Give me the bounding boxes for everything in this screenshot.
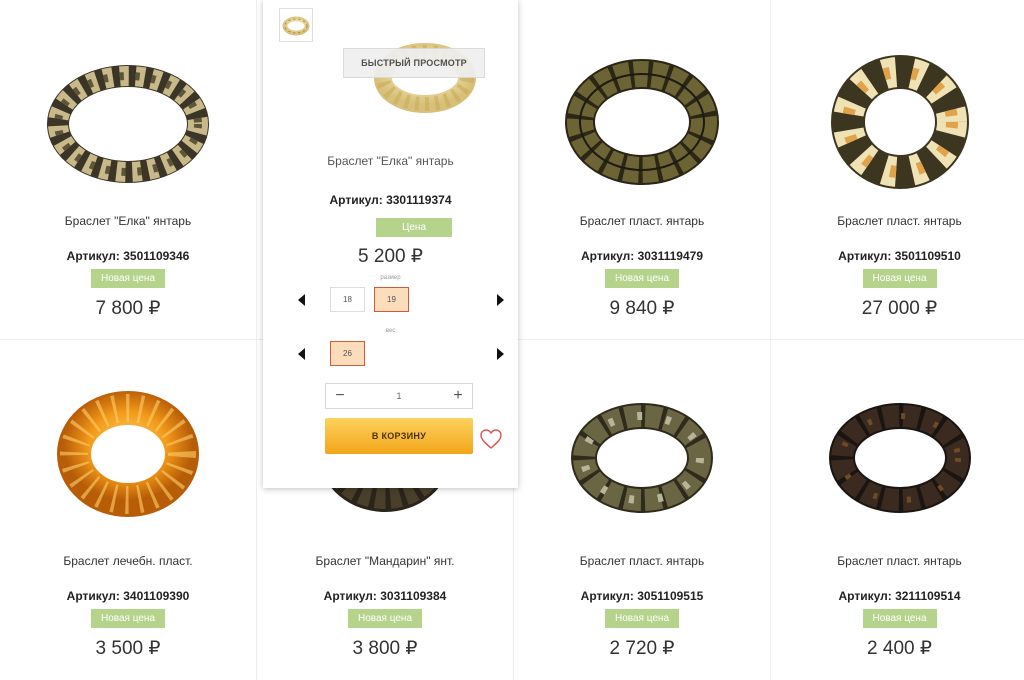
sku-label: Артикул: (581, 249, 635, 263)
product-sku: Артикул: 3401109390 (0, 589, 256, 603)
product-sku: Артикул: 3211109514 (771, 589, 1024, 603)
product-name[interactable]: Браслет лечебн. пласт. (0, 554, 256, 568)
price-badge: Новая цена (862, 609, 937, 628)
quick-view-button[interactable]: БЫСТРЫЙ ПРОСМОТР (343, 48, 485, 78)
product-card[interactable]: Браслет пласт. янтарь Артикул: 303111947… (514, 0, 771, 340)
quantity-input[interactable]: 1 (354, 384, 444, 408)
sku-label: Артикул: (66, 249, 120, 263)
size-label: размер (380, 275, 401, 281)
price-badge: Новая цена (91, 609, 165, 628)
product-name[interactable]: Браслет пласт. янтарь (771, 214, 1024, 228)
bracelet-image[interactable] (815, 40, 985, 190)
size-option-selected[interactable]: 19 (374, 287, 409, 312)
product-sku: Артикул: 3031109384 (257, 589, 513, 603)
sku-label: Артикул: (323, 589, 377, 603)
sku-label: Артикул: (66, 589, 120, 603)
bracelet-image[interactable] (43, 40, 213, 190)
size-option[interactable]: 18 (330, 287, 365, 312)
bracelet-image[interactable] (815, 376, 985, 526)
weight-option-selected[interactable]: 26 (330, 341, 365, 366)
product-name[interactable]: Браслет "Елка" янтарь (0, 214, 256, 228)
sku-label: Артикул: (580, 589, 634, 603)
product-sku: Артикул: 3051109515 (514, 589, 770, 603)
sku-value: 3211109514 (895, 589, 961, 603)
product-name[interactable]: Браслет пласт. янтарь (514, 554, 770, 568)
product-price: 27 000 ₽ (861, 298, 938, 319)
product-sku: Артикул: 3501109510 (771, 249, 1024, 263)
quantity-minus-button[interactable]: − (326, 384, 354, 408)
product-thumbnail[interactable] (279, 8, 313, 42)
product-sku: Артикул: 3501109346 (0, 249, 256, 263)
quick-view-popup: БЫСТРЫЙ ПРОСМОТР Браслет "Елка" янтарь А… (263, 0, 518, 488)
product-card[interactable]: Браслет пласт. янтарь Артикул: 321110951… (771, 340, 1024, 680)
price-badge: Новая цена (348, 609, 422, 628)
product-card[interactable]: Браслет пласт. янтарь Артикул: 305110951… (514, 340, 771, 680)
product-card[interactable]: Браслет "Елка" янтарь Артикул: 350110934… (0, 0, 257, 340)
sku-label: Артикул: (329, 193, 383, 207)
product-sku: Артикул: 3031119479 (514, 249, 770, 263)
product-name[interactable]: Браслет "Елка" янтарь (263, 154, 518, 168)
heart-icon[interactable] (479, 428, 503, 450)
product-price: 7 800 ₽ (95, 298, 161, 319)
price-badge: Новая цена (605, 269, 679, 288)
price-badge: Новая цена (862, 269, 937, 288)
product-price: 9 840 ₽ (609, 298, 675, 319)
weight-prev-arrow-icon[interactable] (298, 348, 305, 360)
weight-next-arrow-icon[interactable] (497, 348, 504, 360)
quantity-plus-button[interactable]: + (444, 384, 472, 408)
price-badge: Новая цена (91, 269, 165, 288)
size-prev-arrow-icon[interactable] (298, 294, 305, 306)
product-sku: Артикул: 3301119374 (263, 193, 518, 207)
product-price: 3 800 ₽ (352, 638, 418, 659)
sku-value: 3031109384 (380, 589, 447, 603)
add-to-cart-button[interactable]: В КОРЗИНУ (325, 418, 473, 454)
product-card[interactable]: Браслет лечебн. пласт. Артикул: 34011093… (0, 340, 257, 680)
product-name[interactable]: Браслет пласт. янтарь (514, 214, 770, 228)
sku-value: 3031119479 (637, 249, 703, 263)
product-card[interactable]: Браслет пласт. янтарь Артикул: 350110951… (771, 0, 1024, 340)
quantity-stepper: − 1 + (325, 383, 473, 409)
sku-value: 3051109515 (637, 589, 704, 603)
price-badge: Новая цена (605, 609, 679, 628)
product-price: 5 200 ₽ (358, 246, 423, 267)
bracelet-image[interactable] (557, 376, 727, 526)
sku-value: 3501109510 (894, 249, 961, 263)
product-price: 2 400 ₽ (867, 638, 932, 659)
price-badge: Цена (376, 218, 452, 237)
bracelet-image[interactable] (43, 376, 213, 526)
product-price: 3 500 ₽ (95, 638, 161, 659)
weight-label: вес (385, 328, 396, 334)
sku-label: Артикул: (838, 589, 892, 603)
product-name[interactable]: Браслет "Мандарин" янт. (257, 554, 513, 568)
product-price: 2 720 ₽ (609, 638, 675, 659)
sku-value: 3501109346 (123, 249, 190, 263)
product-name[interactable]: Браслет пласт. янтарь (771, 554, 1024, 568)
sku-label: Артикул: (838, 249, 892, 263)
size-next-arrow-icon[interactable] (497, 294, 504, 306)
sku-value: 3401109390 (123, 589, 190, 603)
sku-value: 3301119374 (386, 193, 452, 207)
bracelet-image[interactable] (557, 40, 727, 190)
